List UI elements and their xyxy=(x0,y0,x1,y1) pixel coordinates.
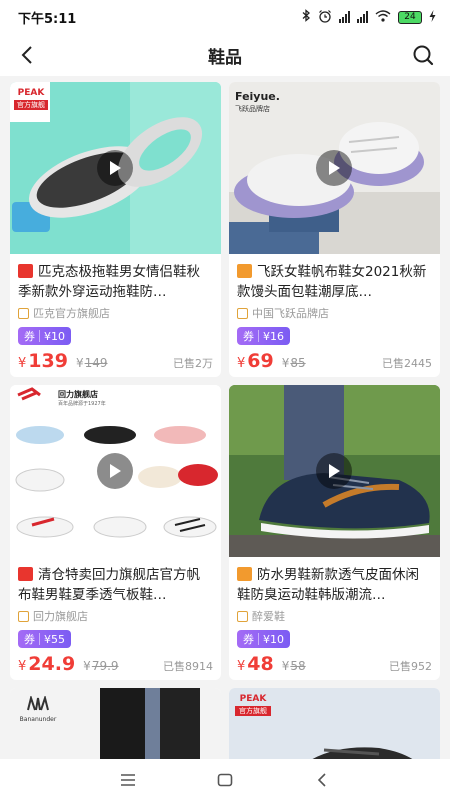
brand-logo: Bananunder xyxy=(18,694,58,723)
sold-count: 已售2万 xyxy=(173,357,213,370)
shop-name: 醉爱鞋 xyxy=(252,610,285,623)
bluetooth-icon xyxy=(302,9,311,25)
shop-name: 匹克官方旗舰店 xyxy=(33,307,110,320)
header: 鞋品 xyxy=(0,34,450,76)
shop-row[interactable]: 回力旗舰店 xyxy=(18,608,213,624)
battery-icon: 24 xyxy=(398,10,422,24)
brand-logo: Feiyue. 飞跃品牌店 xyxy=(235,90,280,114)
product-name[interactable]: 清仓特卖回力旗舰店官方帆布鞋男鞋夏季透气板鞋… xyxy=(18,565,213,605)
brand-logo: 回力旗舰店 百年品牌源于1927年 xyxy=(58,389,106,407)
signal-icon-2 xyxy=(357,11,368,23)
product-card[interactable]: Bananunder xyxy=(10,688,221,759)
home-icon[interactable] xyxy=(210,765,240,795)
brand-logo-sub: 官方旗舰 xyxy=(235,706,271,716)
brand-logo-text: 回力旗舰店 xyxy=(58,390,98,399)
price: 139 xyxy=(28,350,68,372)
play-icon[interactable] xyxy=(316,150,352,186)
system-nav-bar xyxy=(0,759,450,800)
brand-logo-text: PEAK xyxy=(239,694,267,704)
brand-logo-text: Feiyue. xyxy=(235,90,280,103)
taobao-icon xyxy=(237,264,252,278)
page-title: 鞋品 xyxy=(208,47,242,68)
product-grid: PEAK 官方旗舰 匹克态极拖鞋男女情侣鞋秋季新款外穿运动拖鞋防… 匹克官方旗舰… xyxy=(0,76,450,759)
price-row: ¥ 24.9 ¥79.9 已售8914 xyxy=(18,653,213,675)
product-card[interactable]: 回力旗舰店 百年品牌源于1927年 清仓特卖回力旗舰店官方帆布鞋男鞋夏季透气板鞋… xyxy=(10,385,221,680)
product-image[interactable]: Feiyue. 飞跃品牌店 xyxy=(229,82,440,254)
taobao-icon xyxy=(237,567,252,581)
sold-count: 已售952 xyxy=(389,660,432,673)
sold-count: 已售2445 xyxy=(382,357,432,370)
brand-logo-text: PEAK xyxy=(17,88,45,98)
back-nav-icon[interactable] xyxy=(307,765,337,795)
status-time: 下午5:11 xyxy=(18,11,77,27)
brand-logo-text: Bananunder xyxy=(19,716,57,723)
original-price: 58 xyxy=(290,659,306,673)
original-price: 85 xyxy=(290,356,306,370)
coupon-value: ¥10 xyxy=(263,632,284,646)
shop-icon xyxy=(237,307,248,319)
back-icon[interactable] xyxy=(12,40,42,70)
sold-count: 已售8914 xyxy=(163,660,213,673)
coupon-badge[interactable]: 券 ¥55 xyxy=(18,630,71,648)
product-name[interactable]: 飞跃女鞋帆布鞋女2021秋新款馒头面包鞋潮厚底… xyxy=(237,262,432,302)
shop-name: 中国飞跃品牌店 xyxy=(252,307,329,320)
menu-icon[interactable] xyxy=(113,765,143,795)
product-card[interactable]: PEAK 官方旗舰 xyxy=(229,688,440,759)
play-icon[interactable] xyxy=(316,453,352,489)
coupon-badge[interactable]: 券 ¥10 xyxy=(237,630,290,648)
product-image[interactable] xyxy=(229,385,440,557)
battery-level: 24 xyxy=(398,10,422,24)
brand-logo-sub: 官方旗舰 xyxy=(14,100,48,110)
product-name[interactable]: 匹克态极拖鞋男女情侣鞋秋季新款外穿运动拖鞋防… xyxy=(18,262,213,302)
product-card[interactable]: Feiyue. 飞跃品牌店 飞跃女鞋帆布鞋女2021秋新款馒头面包鞋潮厚底… 中… xyxy=(229,82,440,377)
status-bar: 下午5:11 24 xyxy=(0,0,450,34)
product-image[interactable]: 回力旗舰店 百年品牌源于1927年 xyxy=(10,385,221,557)
coupon-value: ¥16 xyxy=(263,329,284,343)
product-image[interactable]: PEAK 官方旗舰 xyxy=(10,82,221,254)
charging-icon xyxy=(429,9,436,25)
play-icon[interactable] xyxy=(97,453,133,489)
product-card[interactable]: PEAK 官方旗舰 匹克态极拖鞋男女情侣鞋秋季新款外穿运动拖鞋防… 匹克官方旗舰… xyxy=(10,82,221,377)
tmall-icon xyxy=(18,264,33,278)
brand-logo-sub: 百年品牌源于1927年 xyxy=(58,401,106,407)
price: 24.9 xyxy=(28,653,76,675)
brand-logo: PEAK 官方旗舰 xyxy=(14,88,48,110)
shop-row[interactable]: 中国飞跃品牌店 xyxy=(237,305,432,321)
search-icon[interactable] xyxy=(408,40,438,70)
shop-name: 回力旗舰店 xyxy=(33,610,88,623)
shop-row[interactable]: 醉爱鞋 xyxy=(237,608,432,624)
price-row: ¥ 48 ¥58 已售952 xyxy=(237,653,432,675)
alarm-icon xyxy=(318,9,332,26)
coupon-badge[interactable]: 券 ¥10 xyxy=(18,327,71,345)
wifi-icon xyxy=(375,9,391,25)
original-price: 149 xyxy=(84,356,108,370)
coupon-value: ¥10 xyxy=(44,329,65,343)
shop-icon xyxy=(18,610,29,622)
shop-icon xyxy=(18,307,29,319)
brand-logo: PEAK 官方旗舰 xyxy=(235,694,271,716)
shop-row[interactable]: 匹克官方旗舰店 xyxy=(18,305,213,321)
price-row: ¥ 69 ¥85 已售2445 xyxy=(237,350,432,372)
original-price: 79.9 xyxy=(91,659,119,673)
shop-icon xyxy=(237,610,248,622)
coupon-value: ¥55 xyxy=(44,632,65,646)
brand-logo-sub: 飞跃品牌店 xyxy=(235,105,270,113)
product-card[interactable]: 防水男鞋新款透气皮面休闲鞋防臭运动鞋韩版潮流… 醉爱鞋 券 ¥10 ¥ 48 ¥5… xyxy=(229,385,440,680)
signal-icon xyxy=(339,11,350,23)
price-row: ¥ 139 ¥149 已售2万 xyxy=(18,350,213,372)
status-icons: 24 xyxy=(302,9,436,26)
coupon-badge[interactable]: 券 ¥16 xyxy=(237,327,290,345)
play-icon[interactable] xyxy=(97,150,133,186)
product-name[interactable]: 防水男鞋新款透气皮面休闲鞋防臭运动鞋韩版潮流… xyxy=(237,565,432,605)
tmall-icon xyxy=(18,567,33,581)
price: 48 xyxy=(247,653,274,675)
price: 69 xyxy=(247,350,274,372)
